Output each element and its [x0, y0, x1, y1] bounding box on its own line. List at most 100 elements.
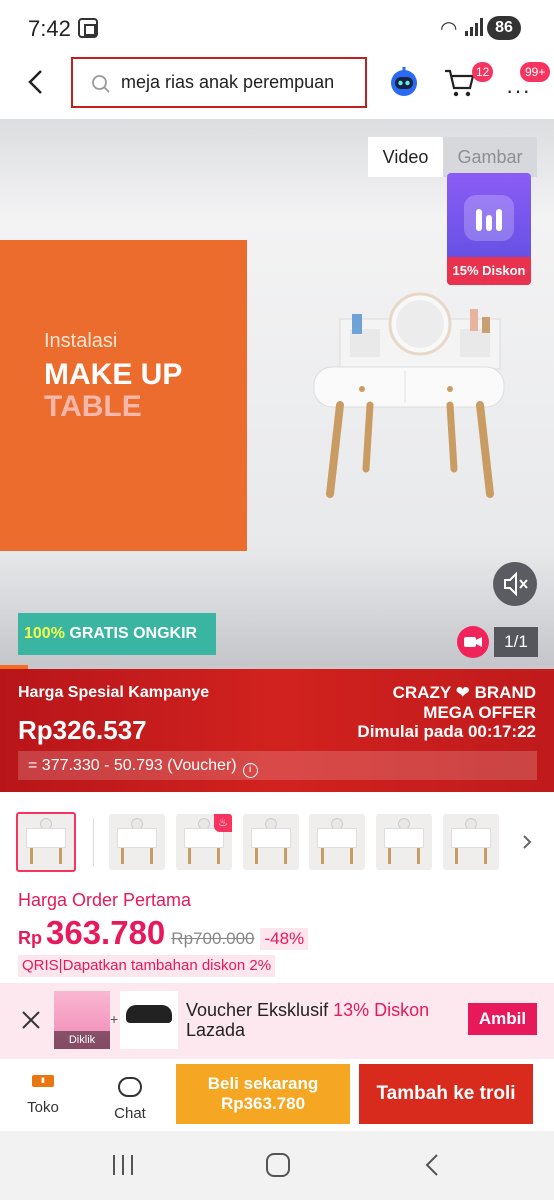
thumb-legs — [321, 848, 353, 864]
battery-indicator: 86 — [487, 16, 521, 40]
bars-icon — [464, 195, 514, 241]
video-camera-icon[interactable] — [457, 626, 489, 658]
discount-badge-label: 15% Diskon — [447, 257, 531, 285]
brand-word-brand: BRAND — [474, 683, 536, 702]
thumbnail-6[interactable] — [376, 814, 432, 870]
promo-panel: Instalasi MAKE UP TABLE — [0, 240, 247, 551]
chat-icon — [118, 1077, 142, 1097]
system-nav-bar — [0, 1131, 554, 1200]
claim-voucher-button[interactable]: Ambil — [468, 1003, 537, 1035]
wifi-icon: ◠ — [440, 18, 458, 40]
thumb-desk — [317, 828, 357, 848]
campaign-price: Rp326.537 — [18, 715, 147, 745]
thumb-desk — [117, 828, 157, 848]
campaign-label: Harga Spesial Kampanye — [18, 684, 210, 701]
mute-icon[interactable] — [493, 562, 537, 606]
plus-icon: + — [110, 1011, 119, 1027]
nav-back-icon[interactable] — [425, 1153, 439, 1177]
thumb-legs — [388, 848, 420, 864]
home-icon[interactable] — [266, 1153, 290, 1177]
free-shipping-text: GRATIS ONGKIR — [64, 625, 198, 642]
thumb-legs — [30, 848, 62, 864]
thumbnail-divider — [93, 818, 94, 866]
price-value: 363.780 — [46, 914, 166, 951]
voucher-breakdown[interactable]: = 377.330 - 50.793 (Voucher) i — [18, 751, 537, 780]
info-icon[interactable]: i — [242, 763, 258, 778]
chevron-right-icon[interactable] — [520, 832, 534, 852]
thumb-desk — [384, 828, 424, 848]
discount-percent: -48% — [260, 928, 309, 950]
voucher-title: Voucher Eksklusif 13% Diskon Lazada — [186, 1000, 429, 1040]
thumbnail-4[interactable] — [243, 814, 299, 870]
thumbnail-2[interactable] — [109, 814, 165, 870]
price-currency: Rp — [18, 928, 42, 948]
add-to-cart-button[interactable]: Tambah ke troli — [359, 1064, 533, 1124]
thumb-legs — [255, 848, 287, 864]
thumb-desk — [451, 828, 491, 848]
app-header: meja rias anak perempuan 12 ··· 99+ — [0, 56, 554, 112]
search-query: meja rias anak perempuan — [121, 72, 335, 92]
free-shipping-percent: 100% — [24, 625, 65, 642]
brand-mega-offer: MEGA OFFER — [423, 703, 536, 722]
voucher-title-highlight: 13% Diskon — [333, 1000, 430, 1020]
voucher-breakdown-text: = 377.330 - 50.793 (Voucher) — [28, 757, 237, 774]
thumbnail-7[interactable] — [443, 814, 499, 870]
thumbnail-1[interactable] — [16, 812, 76, 872]
voucher-product-image-1: Diklik — [54, 991, 110, 1049]
qris-promo-tag[interactable]: QRIS|Dapatkan tambahan diskon 2% — [18, 955, 276, 977]
tab-video[interactable]: Video — [368, 137, 443, 177]
chat-label: Chat — [114, 1105, 146, 1122]
voucher-banner[interactable]: Diklik + Voucher Eksklusif 13% Diskon La… — [0, 983, 554, 1059]
voucher-title-line2: Lazada — [186, 1020, 246, 1040]
original-price: Rp700.000 — [171, 929, 255, 948]
first-order-label: Harga Order Pertama — [18, 890, 192, 910]
campaign-banner: Harga Spesial Kampanye Rp326.537 CRAZY ❤… — [0, 669, 554, 792]
bottom-action-bar: ▮ Toko Chat Beli sekarang Rp363.780 Tamb… — [0, 1059, 554, 1131]
chatbot-icon[interactable] — [388, 66, 420, 98]
campaign-brand-title: CRAZY ❤ BRAND MEGA OFFER — [393, 683, 536, 723]
store-label: Toko — [27, 1099, 59, 1116]
recent-apps-icon[interactable] — [113, 1155, 135, 1175]
search-icon — [92, 75, 110, 93]
back-arrow-icon[interactable] — [24, 68, 48, 96]
buy-now-label: Beli sekarang — [207, 1074, 319, 1093]
fire-icon: ♨ — [214, 814, 232, 832]
close-icon[interactable] — [20, 1009, 42, 1031]
tab-gambar[interactable]: Gambar — [443, 137, 537, 177]
thumbnail-3[interactable]: ♨ — [176, 814, 232, 870]
store-button[interactable]: ▮ Toko — [10, 1069, 76, 1125]
thumbnail-5[interactable] — [309, 814, 365, 870]
brand-word-crazy: CRAZY — [392, 683, 451, 702]
status-time: 7:42 — [28, 16, 71, 41]
search-input[interactable]: meja rias anak perempuan — [71, 57, 367, 108]
thumb-legs — [121, 848, 153, 864]
more-options-icon[interactable]: ··· — [506, 78, 531, 104]
vanity-table-image — [313, 292, 505, 498]
thumb-legs — [188, 848, 220, 864]
thumb-desk — [251, 828, 291, 848]
voucher-product-image-2 — [120, 991, 178, 1049]
status-bar: 7:42 ◠ 86 — [0, 0, 554, 56]
chat-button[interactable]: Chat — [100, 1069, 160, 1125]
store-icon: ▮ — [32, 1075, 54, 1087]
page-indicator: 1/1 — [494, 627, 538, 657]
thumb-desk — [26, 828, 66, 848]
campaign-timer: Dimulai pada 00:17:22 — [357, 722, 536, 741]
heart-icon: ❤ — [455, 683, 470, 702]
media-type-switch: Video Gambar — [368, 137, 537, 177]
more-count-badge: 99+ — [520, 62, 551, 82]
signal-icon — [465, 18, 483, 36]
panel-text-makeup: MAKE UP — [44, 358, 183, 391]
voucher-title-prefix: Voucher Eksklusif — [186, 1000, 334, 1020]
panel-text-table: TABLE — [44, 390, 142, 423]
buy-now-button[interactable]: Beli sekarang Rp363.780 — [176, 1064, 350, 1124]
screenshot-icon — [78, 18, 98, 38]
price-row: Rp 363.780 Rp700.000 -48% — [18, 914, 309, 954]
thumb-legs — [455, 848, 487, 864]
product-media[interactable]: Instalasi MAKE UP TABLE Video Gambar 15%… — [0, 119, 554, 669]
cart-count-badge: 12 — [472, 62, 494, 82]
thumbnail-strip: ♨ — [0, 812, 554, 874]
shoe-image — [126, 1005, 172, 1023]
discount-badge[interactable]: 15% Diskon — [447, 173, 531, 285]
free-shipping-banner: 100% GRATIS ONGKIR — [18, 613, 216, 655]
